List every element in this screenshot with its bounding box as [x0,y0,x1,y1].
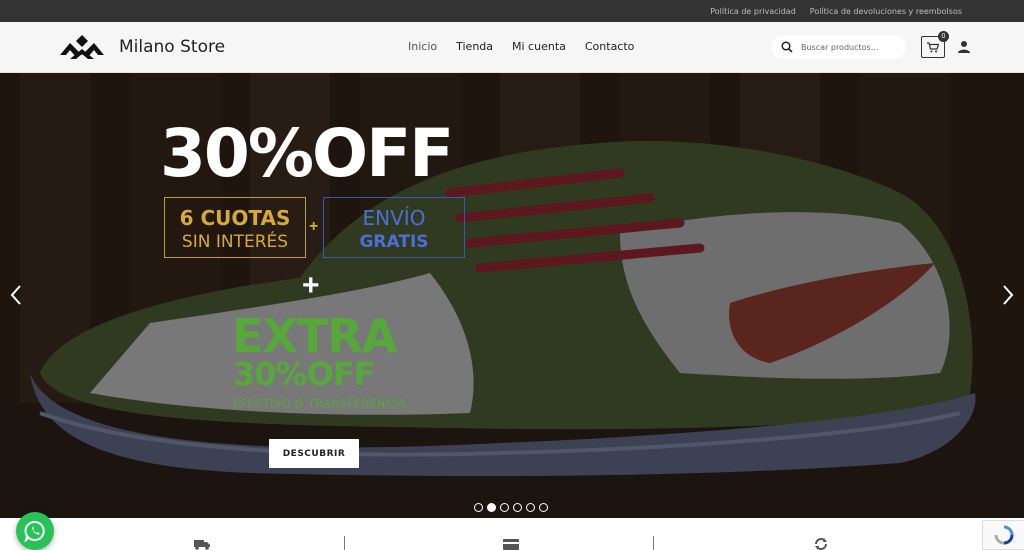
cart-button[interactable]: 0 [921,31,949,58]
whatsapp-icon [24,521,45,542]
search-box [771,35,906,59]
extra-discount: 30%OFF [233,355,376,393]
top-bar: Política de privacidad Política de devol… [0,0,1024,22]
cart-icon [927,41,939,52]
divider [344,536,345,550]
plus-big-icon: + [302,269,320,302]
brand-name[interactable]: Milano Store [119,37,225,57]
card-icon [503,539,519,550]
nav-item-inicio[interactable]: Inicio [408,40,437,53]
envio-line1: ENVÍO [362,206,426,230]
discover-button[interactable]: DESCUBRIR [269,439,359,468]
privacy-policy-link[interactable]: Política de privacidad [710,7,796,16]
refresh-icon [815,538,827,550]
slider-dot[interactable] [513,503,522,512]
recaptcha-badge[interactable] [982,520,1024,550]
cart-count-badge: 0 [938,31,949,42]
slider-dot[interactable] [526,503,535,512]
site-header: Milano Store Inicio Tienda Mi cuenta Con… [0,22,1024,73]
divider [653,536,654,550]
slider-dot[interactable] [539,503,548,512]
hero-slider: 30%OFF 6 CUOTAS SIN INTERÉS + ENVÍO GRAT… [0,73,1024,518]
chevron-left-icon[interactable] [8,283,24,307]
cuotas-line2: SIN INTERÉS [181,232,289,252]
chevron-right-icon[interactable] [1000,283,1016,307]
envio-line2: GRATIS [359,232,429,252]
slider-dots [474,503,548,512]
slider-dot[interactable] [500,503,509,512]
extra-subtitle: EFECTIVO O TRANSFERENCIA [233,397,406,410]
recaptcha-icon [994,525,1013,545]
features-strip [0,518,1024,550]
extra-title: EXTRA [232,309,397,363]
hero-title: 30%OFF [160,115,454,192]
search-input[interactable] [801,42,901,52]
nav-item-mi-cuenta[interactable]: Mi cuenta [512,40,566,53]
nav-item-tienda[interactable]: Tienda [456,40,493,53]
search-icon[interactable] [781,41,793,53]
cuotas-box: 6 CUOTAS SIN INTERÉS [164,197,306,258]
hero-sneaker-image [0,73,1024,518]
envio-box: ENVÍO GRATIS [323,197,465,258]
slider-dot[interactable] [474,503,483,512]
brand-logo-icon[interactable] [60,35,104,61]
nav-item-contacto[interactable]: Contacto [585,40,635,53]
returns-policy-link[interactable]: Política de devoluciones y reembolsos [810,7,962,16]
slider-dot-active[interactable] [487,503,496,512]
truck-icon [194,540,210,550]
main-nav: Inicio Tienda Mi cuenta Contacto [408,40,634,53]
whatsapp-button[interactable] [16,512,54,550]
cuotas-line1: 6 CUOTAS [179,206,291,230]
plus-small-icon: + [309,218,319,235]
user-icon[interactable] [958,40,970,54]
